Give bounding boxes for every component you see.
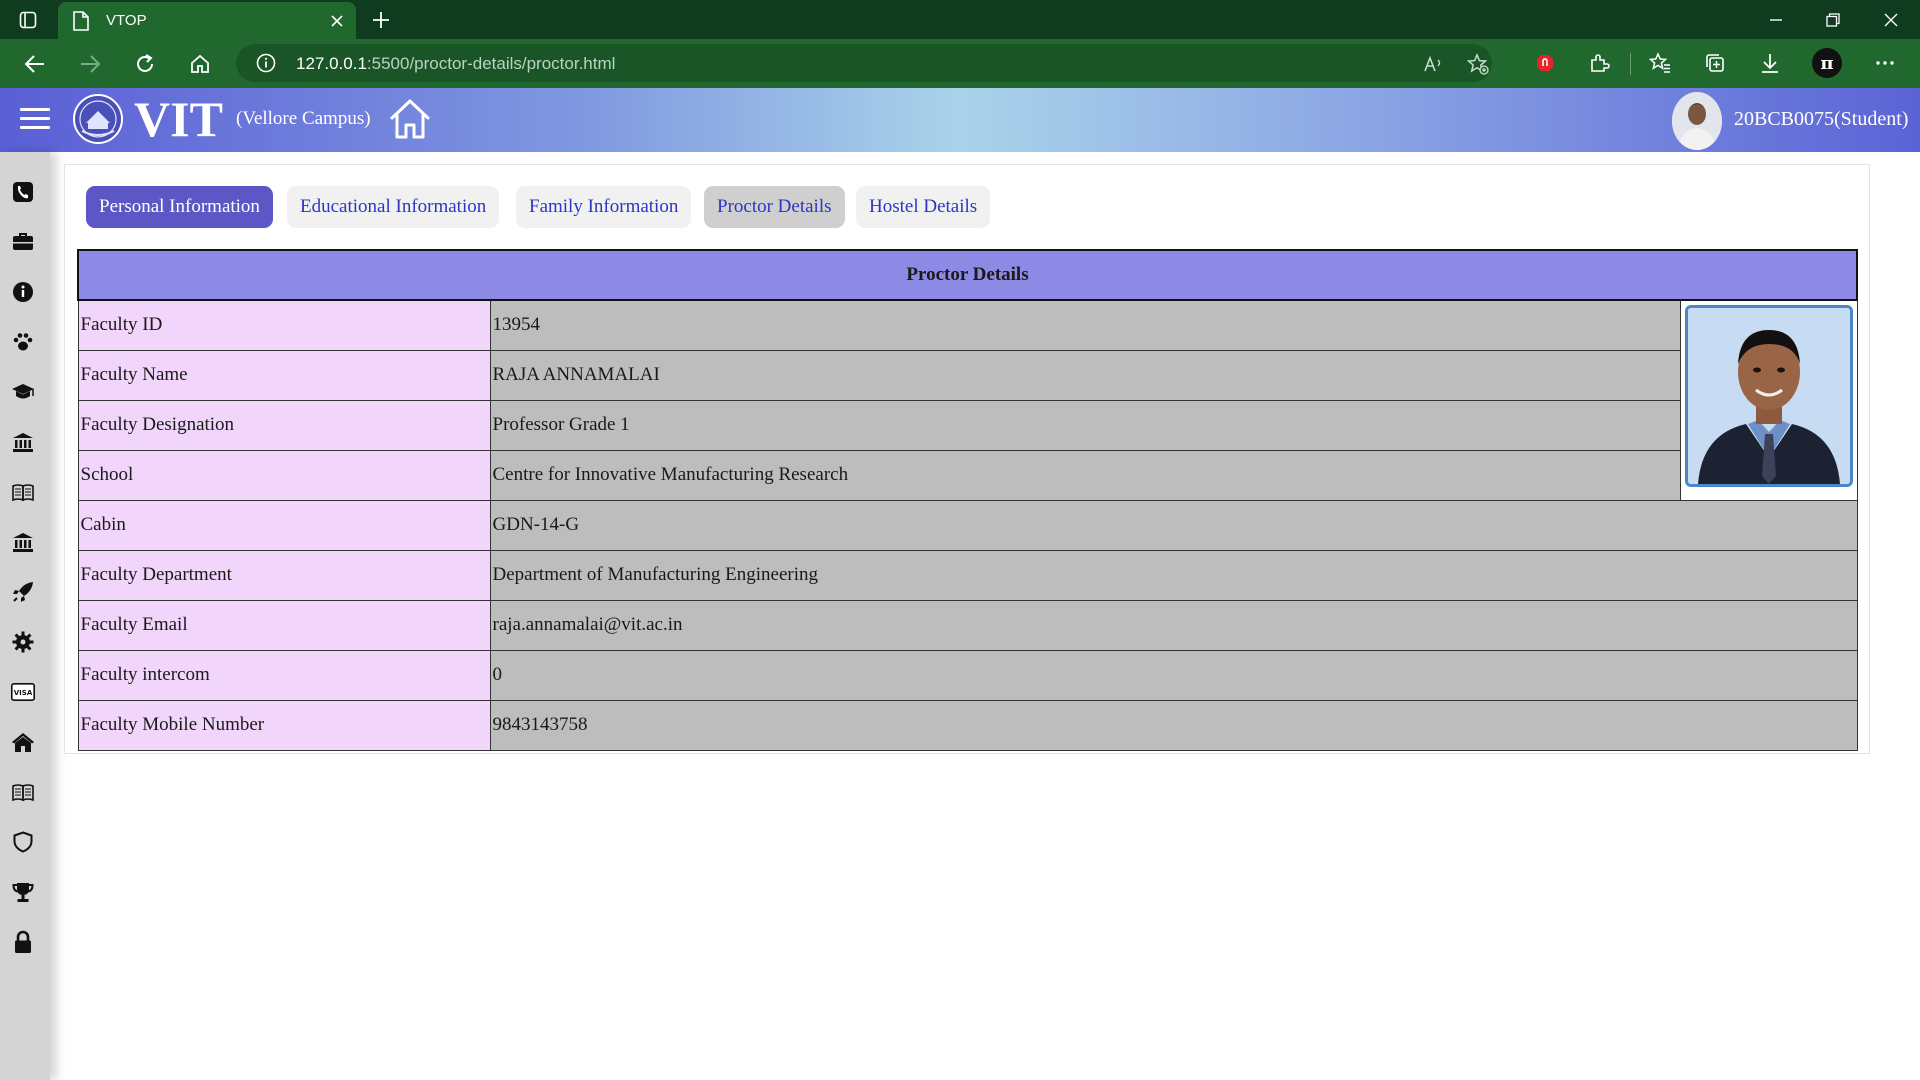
faculty-designation-value: Professor Grade 1 — [489, 399, 1681, 451]
new-tab-icon[interactable] — [368, 7, 394, 33]
page-header: VIT (Vellore Campus) 20BCB0075(Student) — [0, 88, 1920, 152]
tab-actions-icon[interactable] — [16, 8, 40, 32]
faculty-intercom-value: 0 — [489, 649, 1858, 701]
table-row: Faculty Mobile Number 9843143758 — [77, 699, 1858, 751]
table-row: School Centre for Innovative Manufacturi… — [77, 449, 1857, 501]
url-host: 127.0.0.1 — [296, 54, 367, 73]
graduation-cap-icon[interactable] — [9, 378, 37, 406]
tab-proctor-details[interactable]: Proctor Details — [704, 186, 845, 228]
table-row: Faculty ID 13954 — [77, 299, 1858, 501]
visa-card-icon[interactable]: VISA — [9, 678, 37, 706]
minimize-window-icon[interactable] — [1753, 4, 1799, 36]
user-avatar[interactable] — [1672, 92, 1722, 150]
table-row: Faculty Email raja.annamalai@vit.ac.in — [77, 599, 1858, 651]
tab-educational-information[interactable]: Educational Information — [287, 186, 500, 228]
faculty-email-label: Faculty Email — [77, 599, 491, 651]
faculty-mobile-label: Faculty Mobile Number — [77, 699, 491, 751]
faculty-id-value: 13954 — [489, 299, 1681, 351]
browser-toolbar: 127.0.0.1:5500/proctor-details/proctor.h… — [0, 39, 1920, 88]
cabin-label: Cabin — [77, 499, 491, 551]
table-row: Faculty Name RAJA ANNAMALAI — [77, 349, 1857, 401]
tab-hostel-details[interactable]: Hostel Details — [856, 186, 991, 228]
tab-family-information[interactable]: Family Information — [516, 186, 692, 228]
faculty-department-value: Department of Manufacturing Engineering — [489, 549, 1858, 601]
faculty-mobile-value: 9843143758 — [489, 699, 1858, 751]
bank-icon[interactable] — [9, 528, 37, 556]
trophy-icon[interactable] — [9, 878, 37, 906]
url-text[interactable]: 127.0.0.1:5500/proctor-details/proctor.h… — [296, 54, 615, 74]
page-favicon-icon — [73, 11, 89, 31]
proctor-photo-cell — [1679, 299, 1858, 501]
faculty-email-value: raja.annamalai@vit.ac.in — [489, 599, 1858, 651]
add-favorite-icon[interactable] — [1465, 51, 1491, 77]
user-id-label[interactable]: 20BCB0075(Student) — [1734, 108, 1908, 131]
campus-label: (Vellore Campus) — [236, 108, 371, 129]
table-header-row: Proctor Details — [77, 249, 1858, 301]
lock-icon[interactable] — [9, 928, 37, 956]
vit-logo-icon — [73, 94, 123, 144]
rocket-icon[interactable] — [9, 578, 37, 606]
download-icon[interactable] — [1755, 48, 1785, 78]
faculty-department-label: Faculty Department — [77, 549, 491, 601]
faculty-intercom-label: Faculty intercom — [77, 649, 491, 701]
proctor-photo — [1684, 305, 1853, 487]
info-icon[interactable] — [9, 278, 37, 306]
profile-pi-icon[interactable]: π — [1812, 48, 1842, 78]
restore-window-icon[interactable] — [1810, 4, 1856, 36]
table-row: Faculty Designation Professor Grade 1 — [77, 399, 1857, 451]
cabin-value: GDN-14-G — [489, 499, 1858, 551]
phone-icon[interactable] — [9, 178, 37, 206]
tab-personal-information[interactable]: Personal Information — [86, 186, 273, 228]
faculty-name-label: Faculty Name — [77, 349, 491, 401]
home-icon[interactable] — [9, 728, 37, 756]
toolbar-divider — [1630, 53, 1631, 75]
close-window-icon[interactable] — [1868, 4, 1914, 36]
table-row: Faculty intercom 0 — [77, 649, 1858, 701]
collections-icon[interactable] — [1700, 48, 1730, 78]
home-icon[interactable] — [388, 96, 432, 142]
faculty-designation-label: Faculty Designation — [77, 399, 491, 451]
faculty-id-label: Faculty ID — [77, 299, 491, 351]
favorites-icon[interactable] — [1645, 48, 1675, 78]
table-row: Cabin GDN-14-G — [77, 499, 1858, 551]
site-info-icon[interactable] — [256, 53, 276, 73]
table-row: Faculty Department Department of Manufac… — [77, 549, 1858, 601]
school-value: Centre for Innovative Manufacturing Rese… — [489, 449, 1681, 501]
read-aloud-icon[interactable] — [1420, 51, 1446, 77]
back-icon[interactable] — [20, 49, 50, 79]
extensions-puzzle-icon[interactable] — [1584, 48, 1614, 78]
menu-icon[interactable] — [20, 108, 50, 132]
faculty-name-value: RAJA ANNAMALAI — [489, 349, 1681, 401]
vit-logo-text: VIT — [134, 91, 223, 147]
school-label: School — [77, 449, 491, 501]
browser-tab-title: VTOP — [106, 12, 147, 29]
bank-icon[interactable] — [9, 428, 37, 456]
extension-red-icon[interactable] — [1530, 48, 1560, 78]
gear-icon[interactable] — [9, 628, 37, 656]
close-tab-icon[interactable] — [326, 10, 348, 32]
browser-tab[interactable]: VTOP — [58, 2, 356, 39]
proctor-details-table: Proctor Details Faculty ID 13954 Faculty… — [77, 249, 1858, 751]
sidebar: VISA — [0, 152, 50, 1080]
content-card: Personal Information Educational Informa… — [64, 164, 1870, 754]
reload-icon[interactable] — [130, 49, 160, 79]
home-browser-icon[interactable] — [185, 49, 215, 79]
svg-text:VISA: VISA — [14, 689, 33, 697]
browser-tab-bar: VTOP — [0, 0, 1920, 39]
briefcase-icon[interactable] — [9, 228, 37, 256]
url-path: :5500/proctor-details/proctor.html — [366, 54, 616, 73]
table-title: Proctor Details — [77, 249, 1858, 301]
paw-icon[interactable] — [9, 328, 37, 356]
book-icon[interactable] — [9, 778, 37, 806]
book-icon[interactable] — [9, 478, 37, 506]
forward-icon[interactable] — [75, 49, 105, 79]
more-options-icon[interactable] — [1870, 48, 1900, 78]
shield-icon[interactable] — [9, 828, 37, 856]
address-bar[interactable]: 127.0.0.1:5500/proctor-details/proctor.h… — [236, 44, 1492, 82]
